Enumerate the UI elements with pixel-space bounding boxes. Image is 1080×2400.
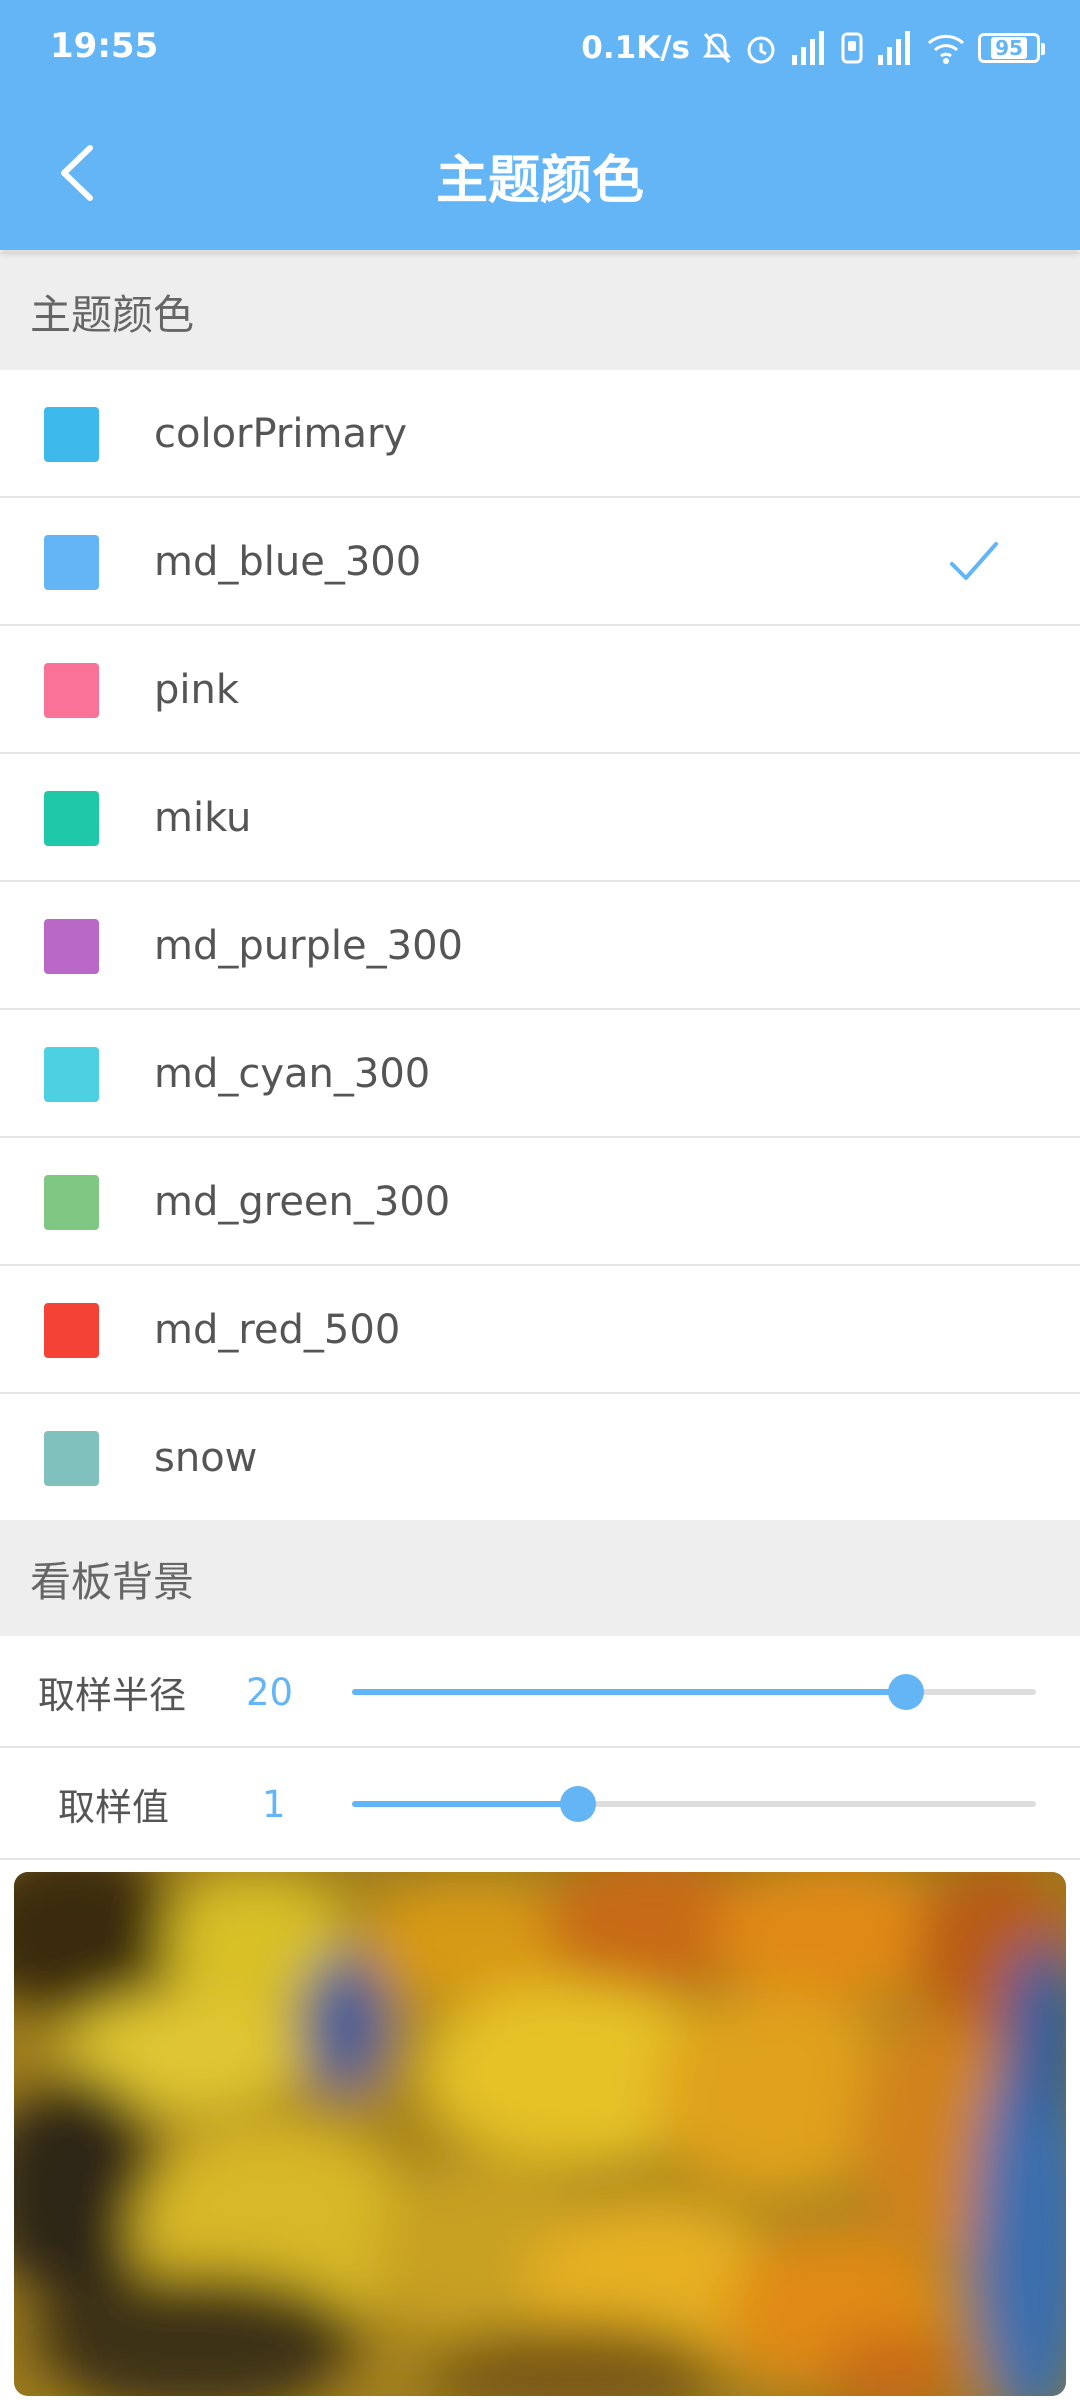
- theme-color-item[interactable]: pink: [0, 626, 1080, 754]
- slider-value: 20: [246, 1670, 294, 1714]
- section-header-theme: 主题颜色: [0, 252, 1080, 370]
- board-background-preview: [14, 1872, 1066, 2396]
- slider-thumb[interactable]: [559, 1786, 596, 1822]
- volte-icon: [841, 32, 863, 64]
- color-label: pink: [154, 667, 240, 713]
- color-label: md_cyan_300: [154, 1051, 431, 1097]
- battery-icon: 95: [978, 33, 1045, 63]
- slider-thumb[interactable]: [888, 1674, 925, 1710]
- theme-color-item[interactable]: md_red_500: [0, 1266, 1080, 1394]
- theme-color-item[interactable]: md_purple_300: [0, 882, 1080, 1010]
- color-swatch: [44, 1175, 99, 1230]
- theme-color-item[interactable]: snow: [0, 1394, 1080, 1522]
- section-header-board: 看板背景: [0, 1520, 1080, 1636]
- theme-color-item[interactable]: md_blue_300: [0, 498, 1080, 626]
- theme-color-item[interactable]: md_cyan_300: [0, 1010, 1080, 1138]
- slider-track[interactable]: [352, 1786, 1036, 1822]
- slider-fill: [352, 1801, 578, 1807]
- color-swatch: [44, 407, 99, 462]
- color-swatch: [44, 535, 99, 590]
- color-swatch: [44, 791, 99, 846]
- color-swatch: [44, 1431, 99, 1486]
- color-swatch: [44, 663, 99, 718]
- slider-value: 1: [262, 1782, 286, 1826]
- signal-icon: [790, 31, 828, 65]
- mute-bell-icon: [703, 33, 731, 63]
- wifi-icon: [927, 34, 965, 64]
- status-time: 19:55: [50, 26, 159, 66]
- slider-label: 取样值: [58, 1786, 169, 1829]
- checkmark-icon: [950, 542, 998, 580]
- net-speed: 0.1K/s: [581, 30, 690, 66]
- battery-level: 95: [991, 37, 1027, 59]
- slider-row-sample-value: 取样值 1: [0, 1748, 1080, 1860]
- slider-row-sample-radius: 取样半径 20: [0, 1636, 1080, 1748]
- theme-color-item[interactable]: miku: [0, 754, 1080, 882]
- alarm-icon: [747, 36, 775, 64]
- page-title: 主题颜色: [435, 151, 644, 211]
- theme-color-item[interactable]: colorPrimary: [0, 370, 1080, 498]
- color-label: snow: [154, 1435, 258, 1481]
- color-swatch: [44, 1303, 99, 1358]
- app-bar: 19:55 0.1K/s 95 主题颜色: [0, 0, 1080, 250]
- color-label: md_red_500: [154, 1307, 401, 1353]
- color-label: md_blue_300: [154, 539, 422, 585]
- color-label: miku: [154, 795, 252, 841]
- blurred-background-image: [14, 1872, 1066, 2396]
- slider-fill: [352, 1689, 907, 1695]
- status-bar: 19:55 0.1K/s 95: [0, 0, 1080, 96]
- color-swatch: [44, 1047, 99, 1102]
- slider-label: 取样半径: [38, 1674, 186, 1717]
- color-swatch: [44, 919, 99, 974]
- theme-color-item[interactable]: md_green_300: [0, 1138, 1080, 1266]
- signal-icon: [876, 31, 914, 65]
- color-label: colorPrimary: [154, 411, 408, 457]
- status-icons: 0.1K/s 95: [581, 26, 1045, 70]
- color-label: md_purple_300: [154, 923, 464, 969]
- color-label: md_green_300: [154, 1179, 451, 1225]
- slider-track[interactable]: [352, 1674, 1036, 1710]
